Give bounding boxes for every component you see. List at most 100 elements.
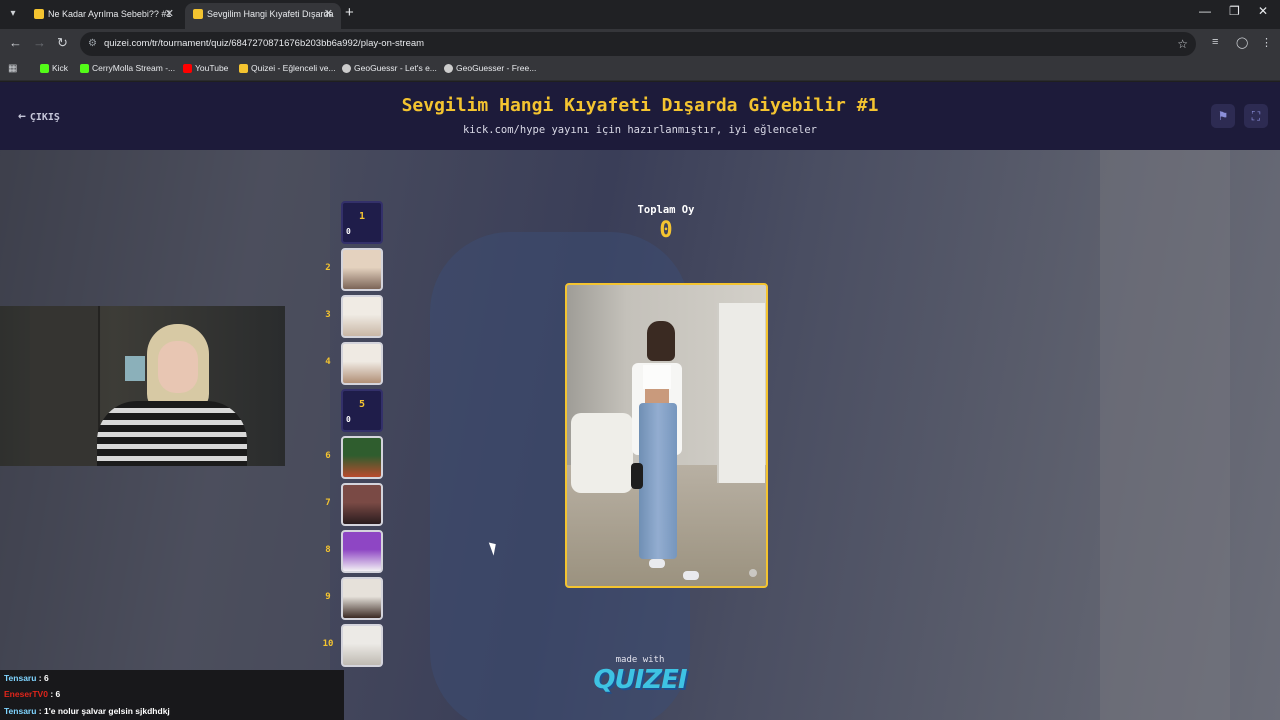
quizei-favicon-icon [34, 9, 44, 19]
quiz-title: Sevgilim Hangi Kıyafeti Dışarda Giyebili… [401, 95, 879, 116]
restore-icon[interactable]: ❐ [1229, 4, 1240, 18]
outfit-bag [631, 463, 643, 489]
bookmark-geoguesser[interactable]: GeoGuesser - Free... [444, 63, 536, 73]
outfit-crop-top [643, 365, 671, 389]
forward-icon[interactable]: → [33, 35, 46, 50]
tab-search-icon[interactable]: ▾ [5, 6, 21, 22]
fullscreen-button[interactable]: ⛶ [1244, 104, 1268, 128]
slot-number: 7 [325, 498, 331, 508]
chat-user: Tensaru [4, 673, 37, 683]
bookmark-youtube[interactable]: YouTube [183, 63, 228, 73]
close-tab-icon[interactable]: ✕ [165, 3, 174, 25]
slot-votes: 0 [346, 415, 351, 424]
person-hair [647, 321, 675, 361]
tab-1[interactable]: Ne Kadar Ayrılma Sebebi?? #1 ✕ [26, 3, 182, 29]
back-icon[interactable]: ← [9, 35, 22, 50]
globe-icon [342, 64, 351, 73]
bracket-slot-thumbnail[interactable] [341, 436, 383, 479]
bookmark-kick[interactable]: Kick [40, 63, 68, 73]
profile-icon[interactable]: ◯ [1236, 36, 1248, 49]
slot-votes: 0 [346, 227, 351, 236]
close-window-icon[interactable]: ✕ [1258, 4, 1268, 18]
total-votes-label: Toplam Oy [637, 204, 695, 216]
youtube-icon [183, 64, 192, 73]
current-outfit-card[interactable] [565, 283, 768, 588]
quizei-favicon-icon [193, 9, 203, 19]
slot-number: 4 [325, 357, 331, 367]
webcam-background-door [30, 306, 100, 466]
bracket-slot-thumbnail[interactable] [341, 295, 383, 338]
site-info-icon[interactable]: ⚙ [88, 32, 97, 56]
bookmark-label: Quizei - Eğlenceli ve... [251, 63, 336, 73]
bracket-slot-thumbnail[interactable] [341, 483, 383, 526]
apps-grid-icon[interactable]: ▦ [8, 63, 17, 74]
chat-text: : 6 [47, 689, 61, 699]
flag-icon: ⚑ [1217, 109, 1229, 123]
bookmarks-bar: ▦ Kick CerryMolla Stream -... YouTube Qu… [0, 59, 1280, 81]
bracket-slot-empty[interactable]: 50 [341, 389, 383, 432]
chat-message: EneserTV0 : 6 [4, 689, 60, 699]
bracket-slot-thumbnail[interactable] [341, 342, 383, 385]
slot-number: 10 [322, 639, 334, 649]
webcam-overlay [0, 306, 285, 466]
fullscreen-icon: ⛶ [1251, 109, 1261, 123]
slot-number: 9 [325, 592, 331, 602]
kick-icon [40, 64, 49, 73]
menu-icon[interactable]: ⋮ [1261, 36, 1272, 49]
bookmark-cerrymolla[interactable]: CerryMolla Stream -... [80, 63, 175, 73]
photo-door [717, 303, 765, 483]
bracket-slot-thumbnail[interactable] [341, 248, 383, 291]
bookmark-label: CerryMolla Stream -... [92, 63, 176, 73]
tab-2[interactable]: Sevgilim Hangi Kıyafeti Dışarda ✕ [185, 3, 341, 29]
tab-2-title: Sevgilim Hangi Kıyafeti Dışarda [207, 9, 334, 19]
slot-number: 2 [325, 263, 331, 273]
quiz-subtitle: kick.com/hype yayını için hazırlanmıştır… [462, 124, 817, 136]
chat-message: Tensaru : 1'e nolur şalvar gelsin sjkdhd… [4, 706, 170, 716]
slot-number: 5 [358, 399, 366, 410]
chat-text: : 6 [36, 673, 49, 683]
kick-icon [80, 64, 89, 73]
outfit-jeans [639, 403, 677, 559]
new-tab-button[interactable]: + [345, 4, 354, 21]
address-text: quizei.com/tr/tournament/quiz/6847270871… [104, 38, 425, 49]
bookmark-label: GeoGuesser - Free... [456, 63, 537, 73]
bookmark-label: YouTube [195, 63, 229, 73]
quizei-logo[interactable]: QUIZEI [590, 665, 690, 695]
slot-number: 1 [358, 211, 366, 222]
outfit-sneaker [649, 559, 665, 568]
bookmark-quizei[interactable]: Quizei - Eğlenceli ve... [239, 63, 336, 73]
address-bar[interactable]: ⚙ quizei.com/tr/tournament/quiz/68472708… [80, 32, 1196, 56]
bookmark-label: GeoGuessr - Let's e... [354, 63, 437, 73]
close-tab-icon[interactable]: ✕ [324, 3, 333, 25]
made-with-label: made with [615, 655, 665, 665]
background-blur [1100, 142, 1230, 720]
browser-toolbar: ← → ↻ ⚙ quizei.com/tr/tournament/quiz/68… [0, 29, 1280, 59]
tab-strip: ▾ Ne Kadar Ayrılma Sebebi?? #1 ✕ Sevgili… [0, 0, 1280, 29]
webcam-background-screen [125, 356, 145, 381]
chat-user: Tensaru [4, 706, 37, 716]
minimize-icon[interactable]: — [1199, 4, 1211, 18]
streamer-striped-sweater [97, 401, 247, 466]
stream-chat: Tensaru : 6 EneserTV0 : 6 Tensaru : 1'e … [0, 670, 344, 720]
outfit-midriff [645, 389, 669, 403]
bracket-slot-thumbnail[interactable] [341, 577, 383, 620]
mute-icon[interactable] [749, 569, 757, 577]
tab-1-title: Ne Kadar Ayrılma Sebebi?? #1 [48, 9, 172, 19]
bracket-slot-thumbnail[interactable] [341, 624, 383, 667]
bookmark-star-icon[interactable]: ☆ [1177, 32, 1188, 56]
bookmark-geoguessr[interactable]: GeoGuessr - Let's e... [342, 63, 437, 73]
slot-number: 3 [325, 310, 331, 320]
bracket-slot-empty[interactable]: 10 [341, 201, 383, 244]
slot-number: 6 [325, 451, 331, 461]
streamer-face [158, 341, 198, 393]
outfit-sneaker [683, 571, 699, 580]
bracket-slot-thumbnail[interactable] [341, 530, 383, 573]
media-control-icon[interactable]: ≡ [1212, 36, 1218, 48]
slot-number: 8 [325, 545, 331, 555]
chat-text: : 1'e nolur şalvar gelsin sjkdhdkj [36, 706, 170, 716]
quiz-header: ← ÇIKIŞ Sevgilim Hangi Kıyafeti Dışarda G… [0, 82, 1280, 150]
bookmark-label: Kick [52, 63, 69, 73]
reload-icon[interactable]: ↻ [57, 35, 68, 51]
chat-user: EneserTV0 [4, 689, 48, 699]
report-flag-button[interactable]: ⚑ [1211, 104, 1235, 128]
